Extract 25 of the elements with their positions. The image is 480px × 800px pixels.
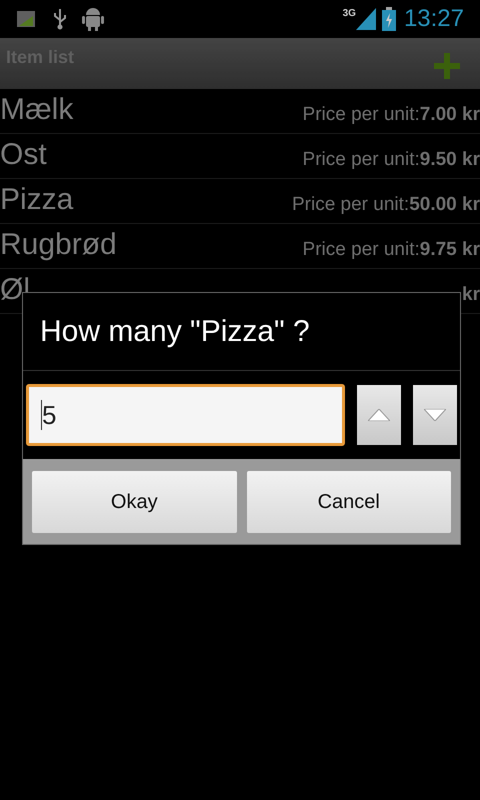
- decrement-button[interactable]: [413, 385, 458, 445]
- up-arrow-icon: [368, 409, 390, 421]
- item-name: Mælk: [0, 92, 74, 128]
- unit-price: kr: [462, 282, 480, 307]
- item-name: Ost: [0, 136, 48, 172]
- unit-price: Price per unit:50.00 kr: [292, 192, 480, 217]
- unit-price: Price per unit:9.75 kr: [302, 238, 480, 262]
- dialog-button[interactable]: Cancel: [246, 470, 451, 532]
- down-arrow-icon: [424, 409, 446, 421]
- add-icon[interactable]: [434, 53, 460, 79]
- unit-price: Price per unit:7.00 kr: [302, 102, 480, 127]
- usb-icon: [52, 8, 68, 30]
- network-type: 3G: [342, 7, 356, 21]
- dialog-button[interactable]: Okay: [32, 470, 236, 532]
- android-icon: [82, 7, 104, 31]
- signal-icon: [356, 8, 376, 30]
- item-name: Pizza: [0, 182, 74, 218]
- dialog-title: How many "Pizza" ?: [23, 293, 460, 371]
- quantity-field[interactable]: 5: [26, 384, 346, 446]
- clock-time: 13:27: [404, 4, 464, 34]
- notification-icon: [16, 10, 36, 28]
- item-name: Rugbrød: [0, 226, 118, 262]
- unit-price: Price per unit:9.50 kr: [302, 148, 480, 172]
- increment-button[interactable]: [357, 385, 402, 445]
- battery-icon: [382, 7, 396, 31]
